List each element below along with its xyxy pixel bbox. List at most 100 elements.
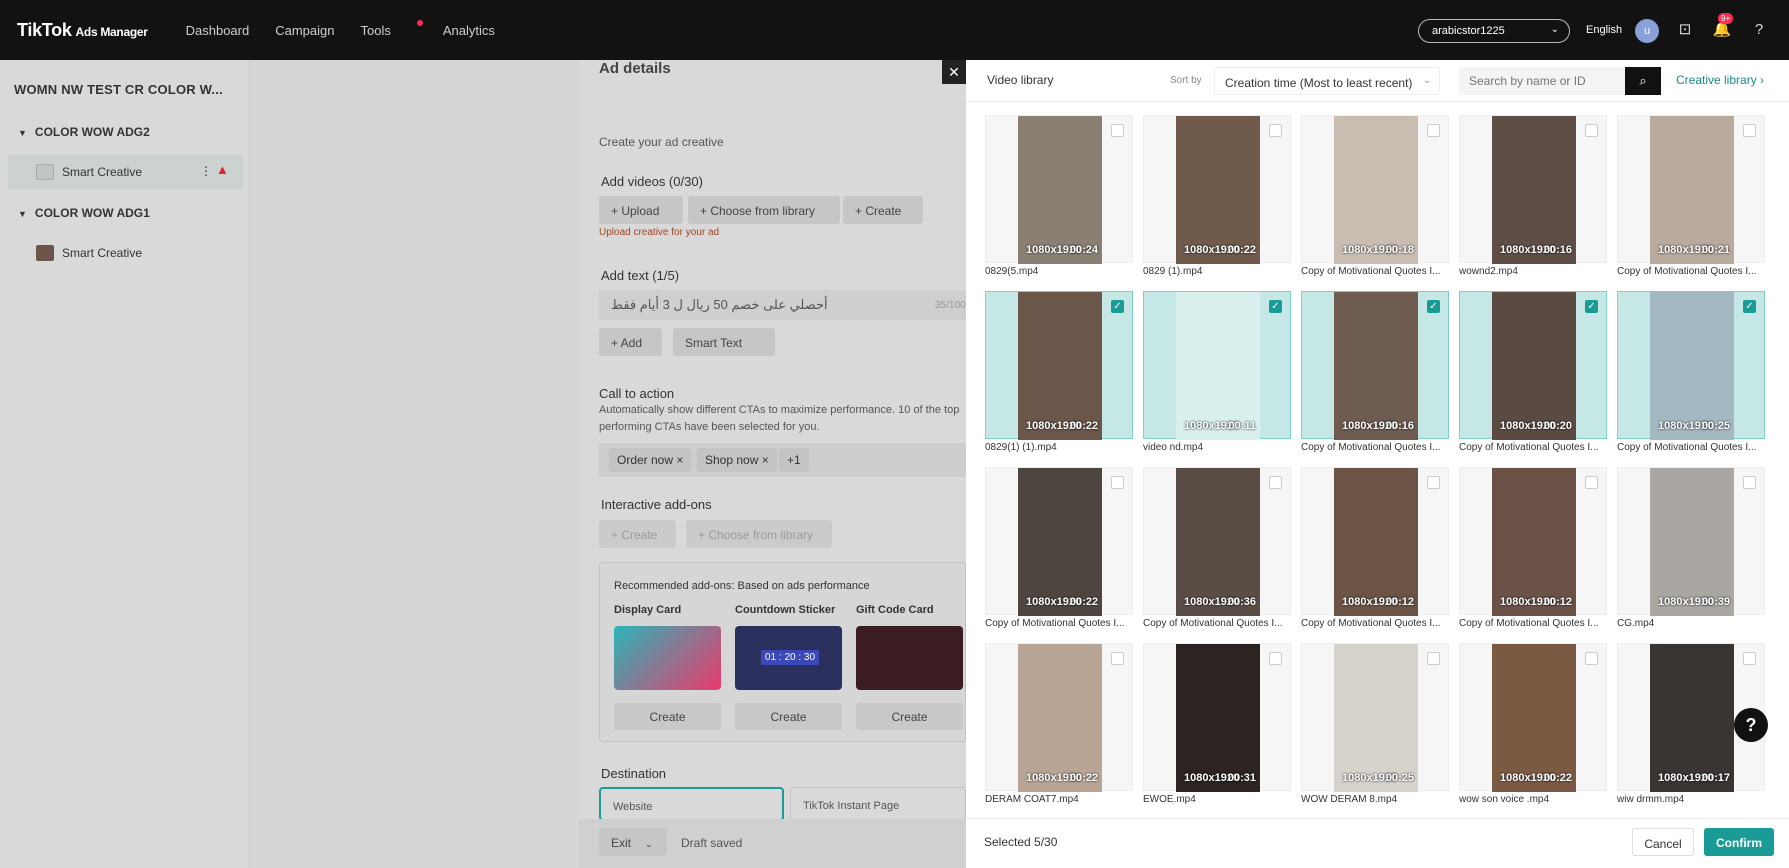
video-checkbox[interactable] <box>1427 124 1440 137</box>
video-tile[interactable]: 1080x1920 00:12 Copy of Motivational Quote… <box>1301 467 1449 629</box>
cta-tag-more[interactable]: +1 <box>779 448 809 472</box>
adgroup-item[interactable]: ▼ COLOR WOW ADG2 <box>18 125 150 139</box>
video-thumbnail[interactable]: 1080x1920 00:31 <box>1143 643 1291 792</box>
video-thumbnail[interactable]: 1080x1920 00:12 <box>1301 467 1449 616</box>
countdown-sticker-preview[interactable]: 01 : 20 : 30 <box>735 626 842 690</box>
help-circle-icon[interactable]: ? <box>1749 20 1769 40</box>
choose-from-library-button[interactable]: + Choose from library <box>688 196 840 224</box>
video-thumbnail[interactable]: 1080x1920 00:16 <box>1459 115 1607 264</box>
gift-code-card-preview[interactable] <box>856 626 963 690</box>
video-tile[interactable]: 1080x1920 00:16 ✓ Copy of Motivational Quot… <box>1301 291 1449 453</box>
video-checkbox[interactable] <box>1743 652 1756 665</box>
video-tile[interactable]: 1080x1920 00:22 Copy of Motivational Quote… <box>985 467 1133 629</box>
video-thumbnail[interactable]: 1080x1920 00:39 <box>1617 467 1765 616</box>
display-card-preview[interactable] <box>614 626 721 690</box>
close-icon[interactable]: ✕ <box>942 60 966 84</box>
search-icon[interactable]: ⌕ <box>1625 67 1661 95</box>
video-checkbox[interactable]: ✓ <box>1743 300 1756 313</box>
gift-code-create-button[interactable]: Create <box>856 703 963 730</box>
nav-campaign[interactable]: Campaign <box>275 23 334 38</box>
video-thumbnail[interactable]: 1080x1920 00:36 <box>1143 467 1291 616</box>
campaign-name[interactable]: WOMN NW TEST CR COLOR W... <box>14 82 223 97</box>
video-checkbox[interactable] <box>1585 124 1598 137</box>
search-input[interactable] <box>1459 67 1625 95</box>
smart-creative-item[interactable]: Smart Creative <box>8 236 243 270</box>
video-thumbnail[interactable]: 1080x1920 00:22 <box>1143 115 1291 264</box>
video-tile[interactable]: 1080x1920 00:21 Copy of Motivational Quote… <box>1617 115 1765 277</box>
language-selector[interactable]: English <box>1586 24 1622 36</box>
upload-button[interactable]: + Upload <box>599 196 683 224</box>
smart-creative-item[interactable]: Smart Creative ⋮ ▲ <box>8 155 243 189</box>
video-checkbox[interactable] <box>1269 124 1282 137</box>
video-tile[interactable]: 1080x1920 00:16 wownd2.mp4 <box>1459 115 1607 277</box>
video-thumbnail[interactable]: 1080x1920 00:21 <box>1617 115 1765 264</box>
video-checkbox[interactable] <box>1585 652 1598 665</box>
video-checkbox[interactable] <box>1743 124 1756 137</box>
video-checkbox[interactable]: ✓ <box>1269 300 1282 313</box>
video-tile[interactable]: 1080x1920 00:22 0829 (1).mp4 <box>1143 115 1291 277</box>
video-checkbox[interactable] <box>1269 476 1282 489</box>
video-tile[interactable]: 1080x1920 00:25 ✓ Copy of Motivational Quot… <box>1617 291 1765 453</box>
video-tile[interactable]: 1080x1920 00:20 ✓ Copy of Motivational Quot… <box>1459 291 1607 453</box>
video-thumbnail[interactable]: 1080x1920 00:22 <box>1459 643 1607 792</box>
video-tile[interactable]: 1080x1920 00:22 wow son voice .mp4 <box>1459 643 1607 805</box>
video-thumbnail[interactable]: 1080x1920 00:12 <box>1459 467 1607 616</box>
account-selector[interactable]: arabicstor1225 ⌄ <box>1418 19 1570 43</box>
video-checkbox[interactable] <box>1269 652 1282 665</box>
addon-create-button[interactable]: + Create <box>599 520 676 548</box>
video-thumbnail[interactable]: 1080x1920 00:24 <box>985 115 1133 264</box>
video-checkbox[interactable]: ✓ <box>1111 300 1124 313</box>
ad-text-input[interactable]: أحصلي على خصم 50 ريال ل 3 أيام فقط <box>599 290 966 320</box>
cta-tag-order-now[interactable]: Order now × <box>609 448 692 472</box>
video-tile[interactable]: 1080x1920 00:36 Copy of Motivational Quote… <box>1143 467 1291 629</box>
video-checkbox[interactable] <box>1427 476 1440 489</box>
video-tile[interactable]: 1080x1920 00:24 0829(5.mp4 <box>985 115 1133 277</box>
destination-instant-page[interactable]: TikTok Instant Page <box>790 787 966 821</box>
nav-analytics[interactable]: Analytics <box>443 23 495 38</box>
video-checkbox[interactable] <box>1111 652 1124 665</box>
video-tile[interactable]: 1080x1920 00:25 WOW DERAM 8.mp4 <box>1301 643 1449 805</box>
cancel-button[interactable]: Cancel <box>1632 828 1694 856</box>
nav-dashboard[interactable]: Dashboard <box>186 23 250 38</box>
video-thumbnail[interactable]: 1080x1920 00:22 <box>985 643 1133 792</box>
video-checkbox[interactable] <box>1585 476 1598 489</box>
nav-tools[interactable]: Tools <box>360 19 423 38</box>
video-tile[interactable]: 1080x1920 00:22 DERAM COAT7.mp4 <box>985 643 1133 805</box>
destination-website[interactable]: Website <box>599 787 784 821</box>
more-vertical-icon[interactable]: ⋮ <box>200 164 212 178</box>
video-thumbnail[interactable]: 1080x1920 00:16 ✓ <box>1301 291 1449 440</box>
video-checkbox[interactable] <box>1111 124 1124 137</box>
create-video-button[interactable]: + Create <box>843 196 923 224</box>
confirm-button[interactable]: Confirm <box>1704 828 1774 856</box>
video-checkbox[interactable]: ✓ <box>1427 300 1440 313</box>
video-thumbnail[interactable]: 1080x1920 00:25 ✓ <box>1617 291 1765 440</box>
video-tile[interactable]: 1080x1920 00:31 EWOE.mp4 <box>1143 643 1291 805</box>
sort-select[interactable]: Creation time (Most to least recent) ⌄ <box>1214 67 1440 95</box>
video-thumbnail[interactable]: 1080x1920 00:22 ✓ <box>985 291 1133 440</box>
video-thumbnail[interactable]: 1080x1920 00:20 ✓ <box>1459 291 1607 440</box>
smart-text-button[interactable]: Smart Text <box>673 328 775 356</box>
cta-tag-shop-now[interactable]: Shop now × <box>697 448 777 472</box>
briefcase-icon[interactable]: ⊡ <box>1675 20 1695 40</box>
help-icon[interactable]: ? <box>1734 708 1768 742</box>
video-tile[interactable]: 1080x1920 00:39 CG.mp4 <box>1617 467 1765 629</box>
tiktok-logo[interactable]: TikTok Ads Manager <box>17 20 148 41</box>
countdown-create-button[interactable]: Create <box>735 703 842 730</box>
exit-button[interactable]: Exit ⌄ <box>599 828 667 856</box>
creative-library-link[interactable]: Creative library › <box>1676 73 1764 87</box>
video-checkbox[interactable] <box>1427 652 1440 665</box>
video-thumbnail[interactable]: 1080x1920 00:18 <box>1301 115 1449 264</box>
add-text-button[interactable]: + Add <box>599 328 662 356</box>
video-checkbox[interactable] <box>1111 476 1124 489</box>
video-tile[interactable]: 1080x1920 00:11 ✓ video nd.mp4 <box>1143 291 1291 453</box>
adgroup-item[interactable]: ▼ COLOR WOW ADG1 <box>18 206 150 220</box>
video-tile[interactable]: 1080x1920 00:18 Copy of Motivational Quote… <box>1301 115 1449 277</box>
display-card-create-button[interactable]: Create <box>614 703 721 730</box>
video-thumbnail[interactable]: 1080x1920 00:11 ✓ <box>1143 291 1291 440</box>
video-tile[interactable]: 1080x1920 00:12 Copy of Motivational Quote… <box>1459 467 1607 629</box>
video-checkbox[interactable]: ✓ <box>1585 300 1598 313</box>
video-checkbox[interactable] <box>1743 476 1756 489</box>
avatar[interactable]: u <box>1635 19 1659 43</box>
addon-choose-button[interactable]: + Choose from library <box>686 520 832 548</box>
video-tile[interactable]: 1080x1920 00:22 ✓ 0829(1) (1).mp4 <box>985 291 1133 453</box>
